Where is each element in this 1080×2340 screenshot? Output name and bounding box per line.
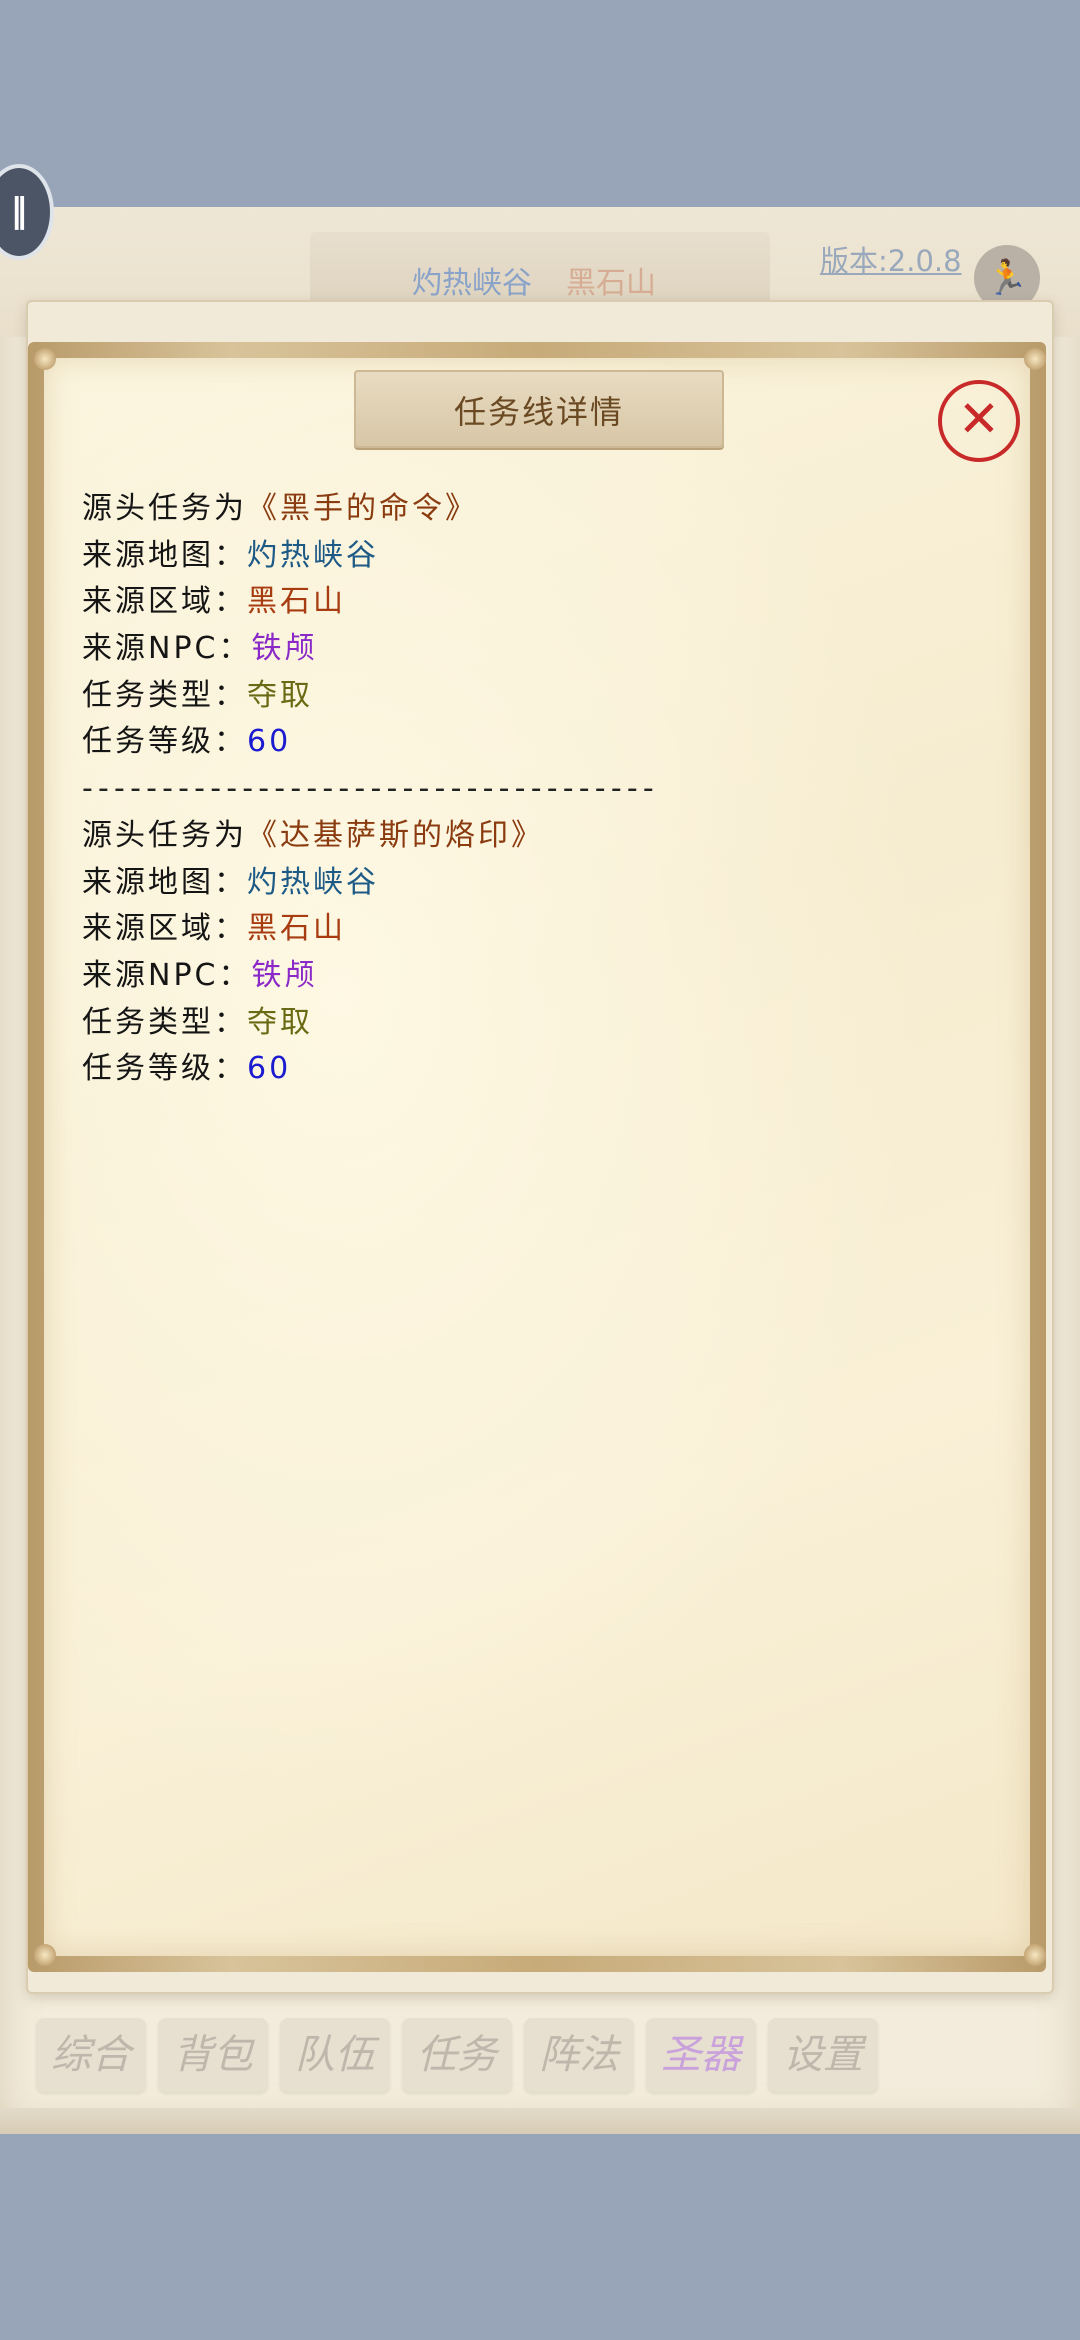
source-map-value: 灼热峡谷 bbox=[247, 537, 379, 573]
source-map-value: 灼热峡谷 bbox=[247, 864, 379, 900]
modal-title: 任务线详情 bbox=[453, 393, 624, 431]
source-area-label: 来源区域： bbox=[82, 584, 247, 620]
source-quest-line: 源头任务为《黑手的命令》 bbox=[82, 486, 659, 533]
frame-corner-ornament bbox=[34, 1944, 56, 1966]
source-quest-label: 源头任务为 bbox=[82, 817, 247, 853]
close-button[interactable]: ✕ bbox=[938, 380, 1020, 462]
source-quest-label: 源头任务为 bbox=[82, 491, 247, 526]
quest-level-label: 任务等级： bbox=[82, 724, 247, 760]
source-area-line: 来源区域：黑石山 bbox=[82, 579, 659, 626]
tab-settings[interactable]: 设置 bbox=[768, 2018, 878, 2092]
source-npc-value[interactable]: 铁颅 bbox=[251, 631, 317, 666]
frame-corner-ornament bbox=[1024, 348, 1046, 370]
version-link[interactable]: 版本:2.0.8 bbox=[820, 238, 962, 280]
tab-quests[interactable]: 任务 bbox=[402, 2018, 512, 2092]
quest-type-label: 任务类型： bbox=[82, 677, 247, 713]
tab-backpack[interactable]: 背包 bbox=[158, 2018, 268, 2092]
tab-general[interactable]: 综合 bbox=[36, 2018, 146, 2092]
source-area-line: 来源区域：黑石山 bbox=[82, 906, 659, 953]
quest-level-line: 任务等级：60 bbox=[82, 719, 659, 766]
source-area-value: 黑石山 bbox=[247, 911, 346, 947]
quest-line-details: 源头任务为《黑手的命令》 来源地图：灼热峡谷 来源区域：黑石山 来源NPC：铁颅… bbox=[82, 486, 659, 1093]
source-npc-label: 来源NPC： bbox=[82, 957, 252, 993]
source-npc-line: 来源NPC：铁颅 bbox=[82, 626, 659, 673]
entry-separator: ------------------------------------ bbox=[82, 771, 659, 807]
modal-title-plate: 任务线详情 bbox=[354, 370, 724, 448]
source-quest-line: 源头任务为《达基萨斯的烙印》 bbox=[82, 813, 659, 860]
current-area-label: 黑石山 bbox=[566, 266, 656, 301]
frame-corner-ornament bbox=[34, 348, 56, 370]
source-npc-label: 来源NPC： bbox=[82, 631, 252, 667]
source-npc-line: 来源NPC：铁颅 bbox=[82, 953, 659, 1000]
source-map-label: 来源地图： bbox=[82, 537, 247, 573]
source-area-value: 黑石山 bbox=[247, 584, 346, 620]
quest-level-line: 任务等级：60 bbox=[82, 1046, 659, 1093]
quest-type-line: 任务类型：夺取 bbox=[82, 1000, 659, 1047]
source-quest-name[interactable]: 《黑手的命令》 bbox=[247, 491, 478, 526]
quest-type-value: 夺取 bbox=[247, 1004, 313, 1040]
source-npc-value[interactable]: 铁颅 bbox=[251, 958, 317, 993]
quest-type-label: 任务类型： bbox=[82, 1004, 247, 1040]
quest-type-value: 夺取 bbox=[247, 677, 313, 713]
source-map-label: 来源地图： bbox=[82, 864, 247, 900]
source-area-label: 来源区域： bbox=[82, 911, 247, 947]
frame-corner-ornament bbox=[1024, 1944, 1046, 1966]
quest-level-value: 60 bbox=[247, 1051, 292, 1087]
close-icon: ✕ bbox=[958, 390, 1000, 448]
source-quest-name[interactable]: 《达基萨斯的烙印》 bbox=[247, 818, 544, 853]
tab-team[interactable]: 队伍 bbox=[280, 2018, 390, 2092]
source-map-line: 来源地图：灼热峡谷 bbox=[82, 533, 659, 580]
tab-formation[interactable]: 阵法 bbox=[524, 2018, 634, 2092]
quest-level-value: 60 bbox=[247, 724, 292, 760]
source-map-line: 来源地图：灼热峡谷 bbox=[82, 860, 659, 907]
current-map-label: 灼热峡谷 bbox=[412, 266, 532, 301]
quest-type-line: 任务类型：夺取 bbox=[82, 673, 659, 720]
bottom-tab-bar: 综合 背包 队伍 任务 阵法 圣器 设置 bbox=[36, 2018, 878, 2092]
quest-level-label: 任务等级： bbox=[82, 1051, 247, 1087]
tab-artifact[interactable]: 圣器 bbox=[646, 2018, 756, 2092]
background-panel-bottom-edge bbox=[0, 2108, 1080, 2134]
